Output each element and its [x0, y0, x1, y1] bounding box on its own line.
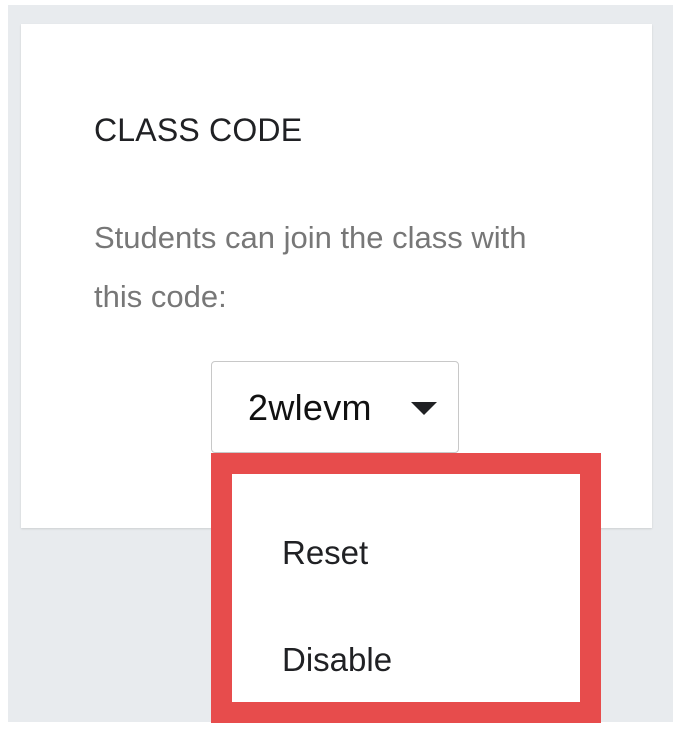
caret-down-icon [411, 402, 437, 415]
reset-menu-item[interactable]: Reset [282, 534, 368, 572]
disable-menu-item[interactable]: Disable [282, 641, 392, 679]
class-code-description: Students can join the class with this co… [94, 220, 527, 314]
class-code-value: 2wlevm [248, 387, 372, 428]
card-title: CLASS CODE [94, 112, 303, 148]
class-code-menu: Reset Disable [211, 453, 601, 723]
class-code-dropdown[interactable]: 2wlevm [211, 361, 459, 453]
